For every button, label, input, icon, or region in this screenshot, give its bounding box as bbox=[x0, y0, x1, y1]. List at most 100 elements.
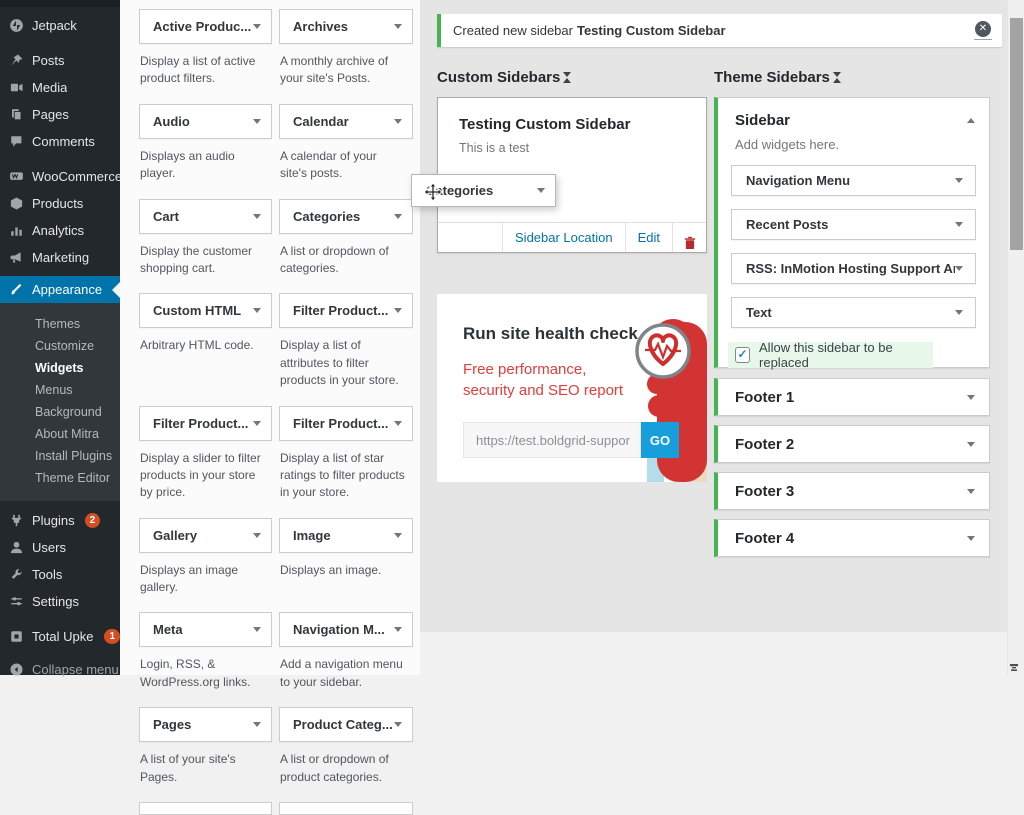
chevron-down-icon[interactable] bbox=[955, 222, 963, 227]
widget-card-filter-products-attributes[interactable]: Filter Product... bbox=[279, 293, 413, 328]
chevron-down-icon[interactable] bbox=[967, 536, 975, 541]
sidebar-item-pages[interactable]: Pages bbox=[0, 101, 120, 128]
sidebar-item-posts[interactable]: Posts bbox=[0, 47, 120, 74]
sidebar-item-jetpack[interactable]: Jetpack bbox=[0, 12, 120, 39]
chevron-down-icon[interactable] bbox=[394, 533, 402, 538]
chevron-down-icon[interactable] bbox=[394, 722, 402, 727]
submenu-item-widgets[interactable]: Widgets bbox=[0, 357, 120, 379]
chevron-down-icon[interactable] bbox=[394, 214, 402, 219]
sort-toggle-icon[interactable] bbox=[563, 72, 571, 83]
widget-card-partial[interactable] bbox=[279, 802, 413, 815]
widget-card-cart[interactable]: Cart bbox=[139, 199, 272, 234]
widget-card-audio[interactable]: Audio bbox=[139, 104, 272, 139]
widget-description: Arbitrary HTML code. bbox=[140, 337, 266, 354]
sidebars-work-area: Created new sidebar Testing Custom Sideb… bbox=[420, 0, 1007, 632]
widget-card-archives[interactable]: Archives bbox=[279, 9, 413, 44]
footer-1-panel[interactable]: Footer 1 bbox=[714, 378, 990, 416]
edit-link[interactable]: Edit bbox=[625, 223, 672, 252]
sidebar-item-total-upkeep[interactable]: Total Upkeep 1 bbox=[0, 623, 120, 650]
chevron-down-icon[interactable] bbox=[253, 308, 261, 313]
checkbox-checked-icon[interactable] bbox=[735, 347, 750, 363]
submenu-item-theme-editor[interactable]: Theme Editor bbox=[0, 467, 120, 489]
sidebar-panel-header[interactable]: Sidebar bbox=[735, 112, 975, 129]
placed-widget-rss[interactable]: RSS: InMotion Hosting Support Articles bbox=[731, 253, 976, 284]
close-icon[interactable] bbox=[975, 21, 991, 37]
pages-icon bbox=[9, 107, 24, 122]
widget-card-custom-html[interactable]: Custom HTML bbox=[139, 293, 272, 328]
chevron-down-icon[interactable] bbox=[394, 24, 402, 29]
submenu-item-themes[interactable]: Themes bbox=[0, 313, 120, 335]
sidebar-item-settings[interactable]: Settings bbox=[0, 588, 120, 615]
sidebar-item-analytics[interactable]: Analytics bbox=[0, 217, 120, 244]
go-button[interactable]: GO bbox=[641, 422, 679, 458]
dragged-widget-categories[interactable]: Categories bbox=[411, 174, 556, 207]
widget-card-filter-products-rating[interactable]: Filter Product... bbox=[279, 406, 413, 441]
appearance-submenu: Themes Customize Widgets Menus Backgroun… bbox=[0, 303, 120, 501]
vertical-scrollbar[interactable] bbox=[1007, 0, 1024, 675]
delete-sidebar-button[interactable] bbox=[672, 223, 706, 252]
sidebar-item-comments[interactable]: Comments bbox=[0, 128, 120, 155]
comments-icon bbox=[9, 134, 24, 149]
allow-replace-row[interactable]: Allow this sidebar to be replaced bbox=[728, 342, 933, 368]
placed-widget-text[interactable]: Text bbox=[731, 297, 976, 328]
widget-card-filter-products-price[interactable]: Filter Product... bbox=[139, 406, 272, 441]
widget-title: Custom HTML bbox=[153, 303, 253, 318]
sidebar-location-link[interactable]: Sidebar Location bbox=[502, 223, 625, 252]
chevron-down-icon[interactable] bbox=[253, 533, 261, 538]
submenu-item-menus[interactable]: Menus bbox=[0, 379, 120, 401]
sidebar-item-plugins[interactable]: Plugins 2 bbox=[0, 507, 120, 534]
widget-card-partial[interactable] bbox=[139, 802, 272, 815]
widget-card-active-products[interactable]: Active Produc... bbox=[139, 9, 272, 44]
widget-card-categories[interactable]: Categories bbox=[279, 199, 413, 234]
chevron-down-icon[interactable] bbox=[955, 310, 963, 315]
widget-card-meta[interactable]: Meta bbox=[139, 612, 272, 647]
chevron-down-icon[interactable] bbox=[967, 442, 975, 447]
placed-widget-navigation-menu[interactable]: Navigation Menu bbox=[731, 165, 976, 196]
sidebar-item-appearance[interactable]: Appearance bbox=[0, 276, 120, 303]
chevron-down-icon[interactable] bbox=[394, 421, 402, 426]
sidebar-item-users[interactable]: Users bbox=[0, 534, 120, 561]
submenu-item-background[interactable]: Background bbox=[0, 401, 120, 423]
theme-sidebars-heading: Theme Sidebars bbox=[714, 69, 841, 86]
widget-card-navigation-menu[interactable]: Navigation M... bbox=[279, 612, 413, 647]
notice-text: Created new sidebar bbox=[453, 23, 573, 38]
submenu-item-about-mitra[interactable]: About Mitra bbox=[0, 423, 120, 445]
chevron-down-icon[interactable] bbox=[955, 178, 963, 183]
chevron-down-icon[interactable] bbox=[967, 395, 975, 400]
chevron-down-icon[interactable] bbox=[253, 214, 261, 219]
sidebar-item-label: Jetpack bbox=[32, 18, 77, 33]
chevron-down-icon[interactable] bbox=[253, 421, 261, 426]
chevron-down-icon[interactable] bbox=[253, 24, 261, 29]
collapse-menu-button[interactable]: Collapse menu bbox=[0, 656, 120, 683]
scrollbar-thumb[interactable] bbox=[1010, 18, 1023, 250]
site-url-input[interactable] bbox=[463, 422, 641, 458]
placed-widget-recent-posts[interactable]: Recent Posts bbox=[731, 209, 976, 240]
submenu-item-install-plugins[interactable]: Install Plugins bbox=[0, 445, 120, 467]
footer-2-panel[interactable]: Footer 2 bbox=[714, 425, 990, 463]
total-upkeep-count-badge: 1 bbox=[104, 629, 120, 644]
widget-card-pages[interactable]: Pages bbox=[139, 707, 272, 742]
widget-card-product-categories[interactable]: Product Categ... bbox=[279, 707, 413, 742]
sort-toggle-icon[interactable] bbox=[833, 72, 841, 83]
chevron-down-icon[interactable] bbox=[394, 308, 402, 313]
chevron-down-icon[interactable] bbox=[967, 489, 975, 494]
footer-4-panel[interactable]: Footer 4 bbox=[714, 519, 990, 557]
chevron-up-icon[interactable] bbox=[967, 118, 975, 123]
sidebar-item-tools[interactable]: Tools bbox=[0, 561, 120, 588]
chevron-down-icon[interactable] bbox=[955, 266, 963, 271]
chevron-down-icon[interactable] bbox=[394, 119, 402, 124]
sidebar-item-products[interactable]: Products bbox=[0, 190, 120, 217]
chevron-down-icon[interactable] bbox=[394, 627, 402, 632]
widget-card-gallery[interactable]: Gallery bbox=[139, 518, 272, 553]
sidebar-item-media[interactable]: Media bbox=[0, 74, 120, 101]
submenu-item-customize[interactable]: Customize bbox=[0, 335, 120, 357]
widget-card-image[interactable]: Image bbox=[279, 518, 413, 553]
chevron-down-icon[interactable] bbox=[253, 119, 261, 124]
available-widget: Cart Display the customer shopping cart. bbox=[139, 199, 272, 294]
widget-card-calendar[interactable]: Calendar bbox=[279, 104, 413, 139]
chevron-down-icon[interactable] bbox=[253, 627, 261, 632]
chevron-down-icon[interactable] bbox=[253, 722, 261, 727]
sidebar-item-marketing[interactable]: Marketing bbox=[0, 244, 120, 271]
sidebar-item-woocommerce[interactable]: WooCommerce bbox=[0, 163, 120, 190]
footer-3-panel[interactable]: Footer 3 bbox=[714, 472, 990, 510]
